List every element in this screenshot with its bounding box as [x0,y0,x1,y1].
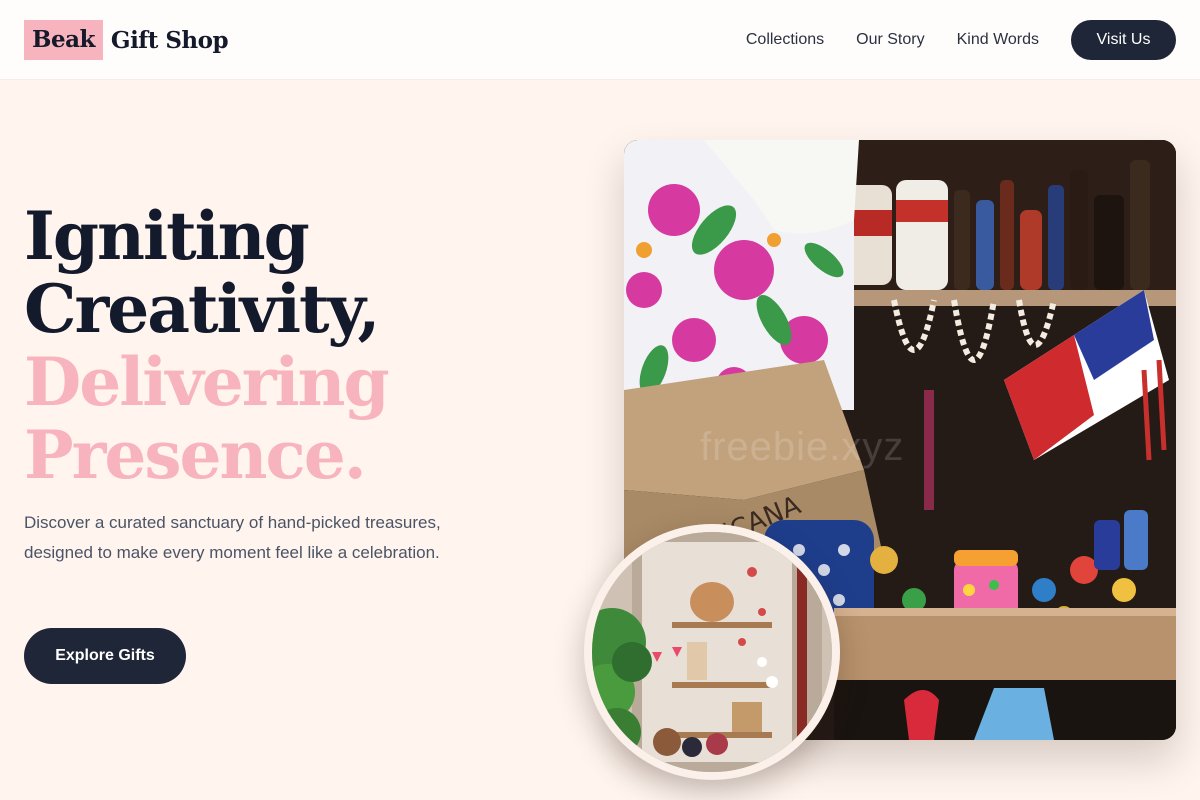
nav-link-kind-words[interactable]: Kind Words [957,31,1039,49]
hero-title: Igniting Creativity, Delivering Presence… [24,197,390,494]
nav-link-our-story[interactable]: Our Story [856,31,924,49]
hero-accent-line-2: Presence. [24,416,367,494]
hero-accent-line-1: Delivering [24,343,390,421]
image-watermark: freebie.xyz [700,425,905,469]
main-nav: Collections Our Story Kind Words Visit U… [746,20,1176,60]
storefront-photo [592,532,832,772]
hero-title-line-1: Igniting [24,197,310,275]
hero-title-line-2: Creativity, [24,270,381,348]
storefront-photo-frame [584,524,840,780]
explore-gifts-button[interactable]: Explore Gifts [24,628,186,684]
site-header: Beak Gift Shop Collections Our Story Kin… [0,0,1200,80]
nav-link-collections[interactable]: Collections [746,31,824,49]
hero-description: Discover a curated sanctuary of hand-pic… [24,513,441,562]
logo[interactable]: Beak Gift Shop [24,20,229,60]
visit-us-button[interactable]: Visit Us [1071,20,1176,60]
logo-text: Gift Shop [110,26,229,54]
logo-mark: Beak [24,20,103,60]
